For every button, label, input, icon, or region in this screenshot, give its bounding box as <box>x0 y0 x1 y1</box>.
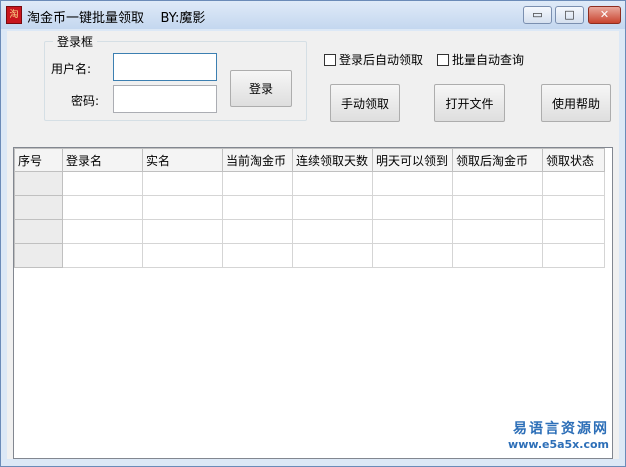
column-header[interactable]: 序号 <box>14 148 63 172</box>
accounts-table: 序号 登录名 实名 当前淘金币 连续领取天数 明天可以领到 领取后淘金币 领取状态 <box>14 148 605 268</box>
column-header[interactable]: 登录名 <box>62 148 143 172</box>
table-cell[interactable] <box>62 219 143 244</box>
table-cell[interactable] <box>142 171 223 196</box>
password-label: 密码: <box>71 94 100 108</box>
column-header[interactable]: 领取后淘金币 <box>452 148 543 172</box>
table-cell[interactable] <box>14 219 63 244</box>
table-cell[interactable] <box>452 243 543 268</box>
table-cell[interactable] <box>14 171 63 196</box>
username-label: 用户名: <box>51 62 92 76</box>
table-row[interactable] <box>14 243 605 268</box>
table-cell[interactable] <box>452 195 543 220</box>
table-cell[interactable] <box>14 195 63 220</box>
table-cell[interactable] <box>452 219 543 244</box>
title-bar[interactable]: 淘 淘金币一键批量领取 BY:魔影 ▭ □ ✕ <box>1 1 625 29</box>
column-header[interactable]: 连续领取天数 <box>292 148 373 172</box>
table-cell[interactable] <box>62 171 143 196</box>
table-row[interactable] <box>14 195 605 220</box>
table-cell[interactable] <box>222 243 293 268</box>
table-cell[interactable] <box>542 171 605 196</box>
app-icon: 淘 <box>6 6 22 24</box>
login-group-title: 登录框 <box>53 33 98 50</box>
login-groupbox: 登录框 用户名: 密码: 登录 <box>44 33 307 121</box>
watermark-url: www.e5a5x.com <box>508 438 609 451</box>
help-button[interactable]: 使用帮助 <box>541 84 611 122</box>
column-header[interactable]: 当前淘金币 <box>222 148 293 172</box>
table-cell[interactable] <box>222 219 293 244</box>
auto-claim-checkbox-box[interactable] <box>324 53 336 66</box>
password-input[interactable] <box>113 85 217 113</box>
accounts-table-container[interactable]: 序号 登录名 实名 当前淘金币 连续领取天数 明天可以领到 领取后淘金币 领取状态 <box>13 147 613 459</box>
column-header[interactable]: 实名 <box>142 148 223 172</box>
site-watermark: 易语言资源网 www.e5a5x.com <box>508 421 609 453</box>
client-area: 登录框 用户名: 密码: 登录 登录后自动领取 批量自动查询 手动领取 打开文件… <box>7 31 619 459</box>
login-button[interactable]: 登录 <box>230 70 292 107</box>
username-input[interactable] <box>113 53 217 81</box>
close-button[interactable]: ✕ <box>588 6 621 24</box>
table-cell[interactable] <box>222 171 293 196</box>
table-cell[interactable] <box>372 171 453 196</box>
table-cell[interactable] <box>542 219 605 244</box>
table-cell[interactable] <box>372 219 453 244</box>
maximize-button[interactable]: □ <box>555 6 584 24</box>
table-cell[interactable] <box>292 195 373 220</box>
table-cell[interactable] <box>14 243 63 268</box>
batch-query-checkbox-label: 批量自动查询 <box>452 53 525 67</box>
main-window: 淘 淘金币一键批量领取 BY:魔影 ▭ □ ✕ 登录框 用户名: 密码: 登录 … <box>0 0 626 467</box>
column-header[interactable]: 明天可以领到 <box>372 148 453 172</box>
batch-query-checkbox[interactable]: 批量自动查询 <box>437 51 524 68</box>
table-cell[interactable] <box>62 243 143 268</box>
table-cell[interactable] <box>142 195 223 220</box>
table-cell[interactable] <box>292 171 373 196</box>
manual-claim-button[interactable]: 手动领取 <box>330 84 400 122</box>
table-cell[interactable] <box>452 171 543 196</box>
table-cell[interactable] <box>542 195 605 220</box>
table-body <box>14 171 605 268</box>
table-cell[interactable] <box>222 195 293 220</box>
table-cell[interactable] <box>542 243 605 268</box>
table-cell[interactable] <box>142 243 223 268</box>
table-cell[interactable] <box>372 195 453 220</box>
table-header-row: 序号 登录名 实名 当前淘金币 连续领取天数 明天可以领到 领取后淘金币 领取状态 <box>14 148 605 172</box>
minimize-button[interactable]: ▭ <box>523 6 552 24</box>
batch-query-checkbox-box[interactable] <box>437 53 449 66</box>
table-cell[interactable] <box>292 219 373 244</box>
table-cell[interactable] <box>142 219 223 244</box>
table-cell[interactable] <box>292 243 373 268</box>
table-cell[interactable] <box>372 243 453 268</box>
table-row[interactable] <box>14 219 605 244</box>
window-title: 淘金币一键批量领取 BY:魔影 <box>27 11 206 26</box>
auto-claim-checkbox[interactable]: 登录后自动领取 <box>324 51 423 68</box>
open-file-button[interactable]: 打开文件 <box>434 84 505 122</box>
table-cell[interactable] <box>62 195 143 220</box>
table-row[interactable] <box>14 171 605 196</box>
watermark-title: 易语言资源网 <box>513 421 609 437</box>
auto-claim-checkbox-label: 登录后自动领取 <box>339 53 424 67</box>
column-header[interactable]: 领取状态 <box>542 148 605 172</box>
